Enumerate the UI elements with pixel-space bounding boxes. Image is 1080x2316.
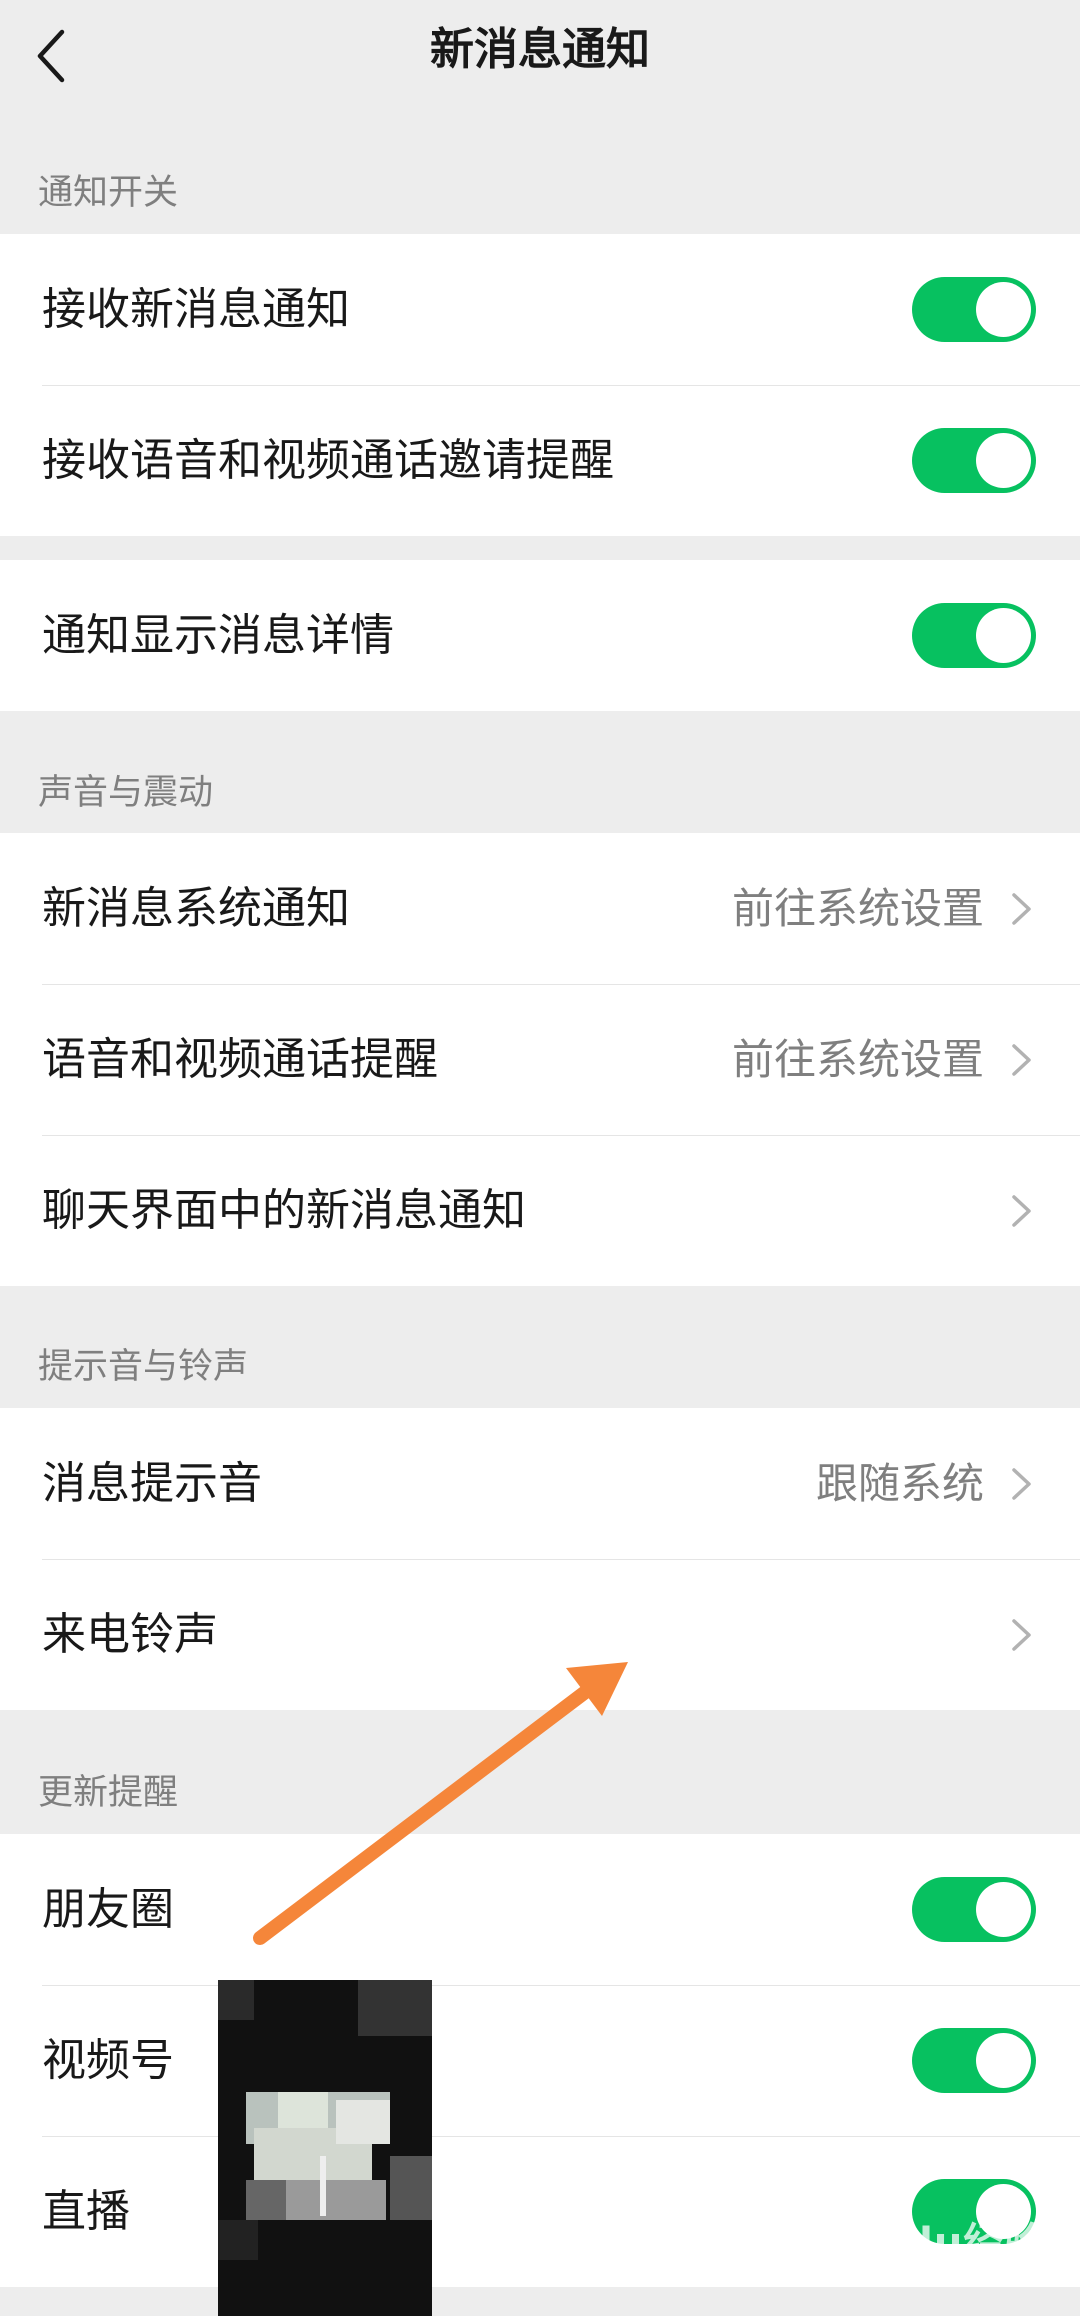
setting-value: 跟随系统 xyxy=(815,1459,984,1508)
show-detail-toggle[interactable] xyxy=(912,603,1036,668)
setting-label: 接收新消息通知 xyxy=(42,284,350,335)
section-header-notify: 通知开关 xyxy=(38,173,179,213)
setting-label: 直播 xyxy=(42,2186,130,2237)
pixelated-redaction xyxy=(218,1980,432,2316)
chevron-right-icon xyxy=(1012,1195,1031,1227)
moments-toggle[interactable] xyxy=(912,1877,1036,1942)
group-detail: 通知显示消息详情 xyxy=(0,560,1080,711)
setting-label: 来电铃声 xyxy=(42,1609,218,1660)
watermark-url: jingyan.baidu.com xyxy=(838,2262,1023,2286)
chevron-right-icon xyxy=(1012,1619,1031,1651)
setting-label: 消息提示音 xyxy=(42,1458,262,1509)
toggle-knob xyxy=(976,608,1031,663)
setting-row-moments[interactable]: 朋友圈 xyxy=(0,1834,1080,1985)
setting-row-call-ringtone[interactable]: 来电铃声 xyxy=(0,1559,1080,1710)
navigation-bar: 新消息通知 xyxy=(0,0,1080,150)
setting-row-channels[interactable]: 视频号 xyxy=(0,1985,1080,2136)
call-invite-toggle[interactable] xyxy=(912,428,1036,493)
toggle-knob xyxy=(976,433,1031,488)
setting-row-call-reminder[interactable]: 语音和视频通话提醒 前往系统设置 xyxy=(0,984,1080,1135)
group-sound: 新消息系统通知 前往系统设置 语音和视频通话提醒 前往系统设置 聊天界面中的新消… xyxy=(0,833,1080,1286)
group-notify: 接收新消息通知 接收语音和视频通话邀请提醒 xyxy=(0,234,1080,536)
section-header-updates: 更新提醒 xyxy=(38,1773,179,1813)
watermark-logo: Baidu经验 xyxy=(830,2220,1046,2266)
setting-label: 语音和视频通话提醒 xyxy=(42,1034,438,1085)
toggle-knob xyxy=(976,2033,1031,2088)
setting-label: 接收语音和视频通话邀请提醒 xyxy=(42,435,614,486)
setting-row-receive-new-message[interactable]: 接收新消息通知 xyxy=(0,234,1080,385)
toggle-knob xyxy=(976,1882,1031,1937)
chevron-right-icon xyxy=(1012,1044,1031,1076)
setting-label: 朋友圈 xyxy=(42,1884,174,1935)
setting-value: 前往系统设置 xyxy=(731,1035,984,1084)
setting-value: 前往系统设置 xyxy=(731,884,984,933)
page-title: 新消息通知 xyxy=(430,24,650,75)
setting-row-message-tone[interactable]: 消息提示音 跟随系统 xyxy=(0,1408,1080,1559)
setting-label: 通知显示消息详情 xyxy=(42,610,394,661)
setting-label: 新消息系统通知 xyxy=(42,883,350,934)
setting-row-chat-notification[interactable]: 聊天界面中的新消息通知 xyxy=(0,1135,1080,1286)
section-header-ringtone: 提示音与铃声 xyxy=(38,1347,249,1387)
section-header-sound: 声音与震动 xyxy=(38,773,214,813)
channels-toggle[interactable] xyxy=(912,2028,1036,2093)
setting-label: 视频号 xyxy=(42,2035,174,2086)
receive-new-message-toggle[interactable] xyxy=(912,277,1036,342)
chevron-right-icon xyxy=(1012,893,1031,925)
chevron-right-icon xyxy=(1012,1468,1031,1500)
setting-row-show-detail[interactable]: 通知显示消息详情 xyxy=(0,560,1080,711)
setting-row-call-invite[interactable]: 接收语音和视频通话邀请提醒 xyxy=(0,385,1080,536)
toggle-knob xyxy=(976,282,1031,337)
group-ringtone: 消息提示音 跟随系统 来电铃声 xyxy=(0,1408,1080,1710)
setting-row-system-notification[interactable]: 新消息系统通知 前往系统设置 xyxy=(0,833,1080,984)
setting-label: 聊天界面中的新消息通知 xyxy=(42,1185,526,1236)
